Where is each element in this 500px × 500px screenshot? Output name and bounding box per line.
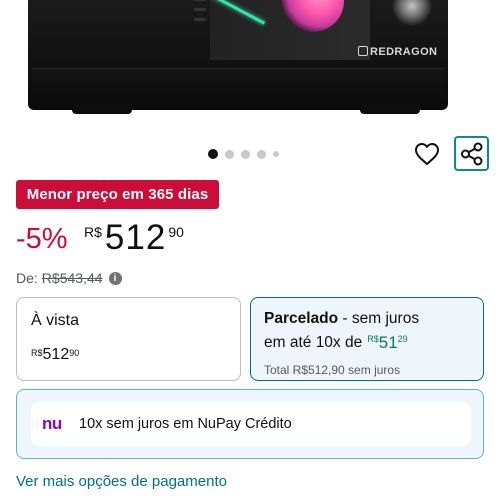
installment-price: R$ 51 29 bbox=[367, 334, 407, 352]
current-price: R$ 512 90 bbox=[84, 218, 184, 258]
carousel-dot[interactable] bbox=[225, 149, 234, 159]
installment-text: em até 10x de bbox=[264, 334, 363, 351]
installment-price-fraction: 29 bbox=[397, 334, 408, 344]
pc-case-base bbox=[32, 68, 444, 106]
wishlist-button[interactable] bbox=[410, 137, 444, 171]
front-port bbox=[194, 0, 206, 1]
cash-price: R$ 512 90 bbox=[31, 346, 79, 364]
nupay-offer-box: nu 10x sem juros em NuPay Crédito bbox=[16, 389, 484, 459]
price-whole: 512 bbox=[104, 218, 167, 257]
more-payment-options-link[interactable]: Ver mais opções de pagamento bbox=[16, 473, 227, 490]
payment-option-cash[interactable]: À vista R$ 512 90 bbox=[16, 297, 241, 381]
cash-title: À vista bbox=[31, 312, 80, 329]
deal-badge: Menor preço em 365 dias bbox=[16, 180, 219, 209]
front-port bbox=[194, 18, 206, 21]
price-currency: R$ bbox=[84, 224, 102, 240]
payment-option-installment[interactable]: Parcelado - sem juros em até 10x de R$ 5… bbox=[250, 297, 484, 381]
nupay-offer[interactable]: nu 10x sem juros em NuPay Crédito bbox=[31, 402, 471, 446]
cash-price-fraction: 90 bbox=[69, 348, 80, 358]
case-foot bbox=[72, 104, 132, 114]
price-fraction: 90 bbox=[168, 224, 184, 240]
list-price-value: R$543,44 bbox=[41, 270, 103, 286]
installment-total: Total R$512,90 sem juros bbox=[264, 363, 401, 377]
nupay-text: 10x sem juros em NuPay Crédito bbox=[79, 416, 292, 432]
case-foot bbox=[360, 104, 420, 114]
share-icon bbox=[460, 142, 482, 165]
carousel-dot[interactable] bbox=[257, 149, 266, 159]
installment-detail: em até 10x de R$ 51 29 bbox=[264, 334, 408, 352]
list-price-label: De: bbox=[16, 270, 38, 286]
cash-price-currency: R$ bbox=[31, 348, 43, 358]
front-port bbox=[194, 8, 206, 11]
nubank-logo: nu bbox=[42, 414, 62, 433]
installment-price-currency: R$ bbox=[367, 334, 379, 344]
installment-title-bold: Parcelado bbox=[264, 310, 339, 327]
brand-name: REDRAGON bbox=[370, 46, 438, 58]
installment-price-whole: 51 bbox=[378, 333, 398, 352]
carousel-dot[interactable] bbox=[273, 151, 279, 157]
cash-price-whole: 512 bbox=[42, 346, 70, 363]
product-image[interactable]: REDRAGON bbox=[0, 0, 500, 140]
info-icon[interactable]: i bbox=[108, 271, 122, 285]
carousel-dot[interactable] bbox=[241, 149, 250, 159]
list-price: De: R$543,44 i bbox=[16, 270, 122, 286]
share-button[interactable] bbox=[454, 136, 489, 171]
installment-title: Parcelado - sem juros bbox=[264, 310, 419, 328]
discount-percentage: -5% bbox=[16, 223, 68, 255]
installment-suffix: - sem juros bbox=[338, 310, 420, 327]
carousel-dot-active[interactable] bbox=[208, 149, 218, 159]
redragon-icon bbox=[358, 46, 368, 56]
heart-icon bbox=[415, 143, 439, 165]
image-carousel-dots bbox=[208, 149, 279, 159]
brand-logo: REDRAGON bbox=[358, 46, 437, 58]
